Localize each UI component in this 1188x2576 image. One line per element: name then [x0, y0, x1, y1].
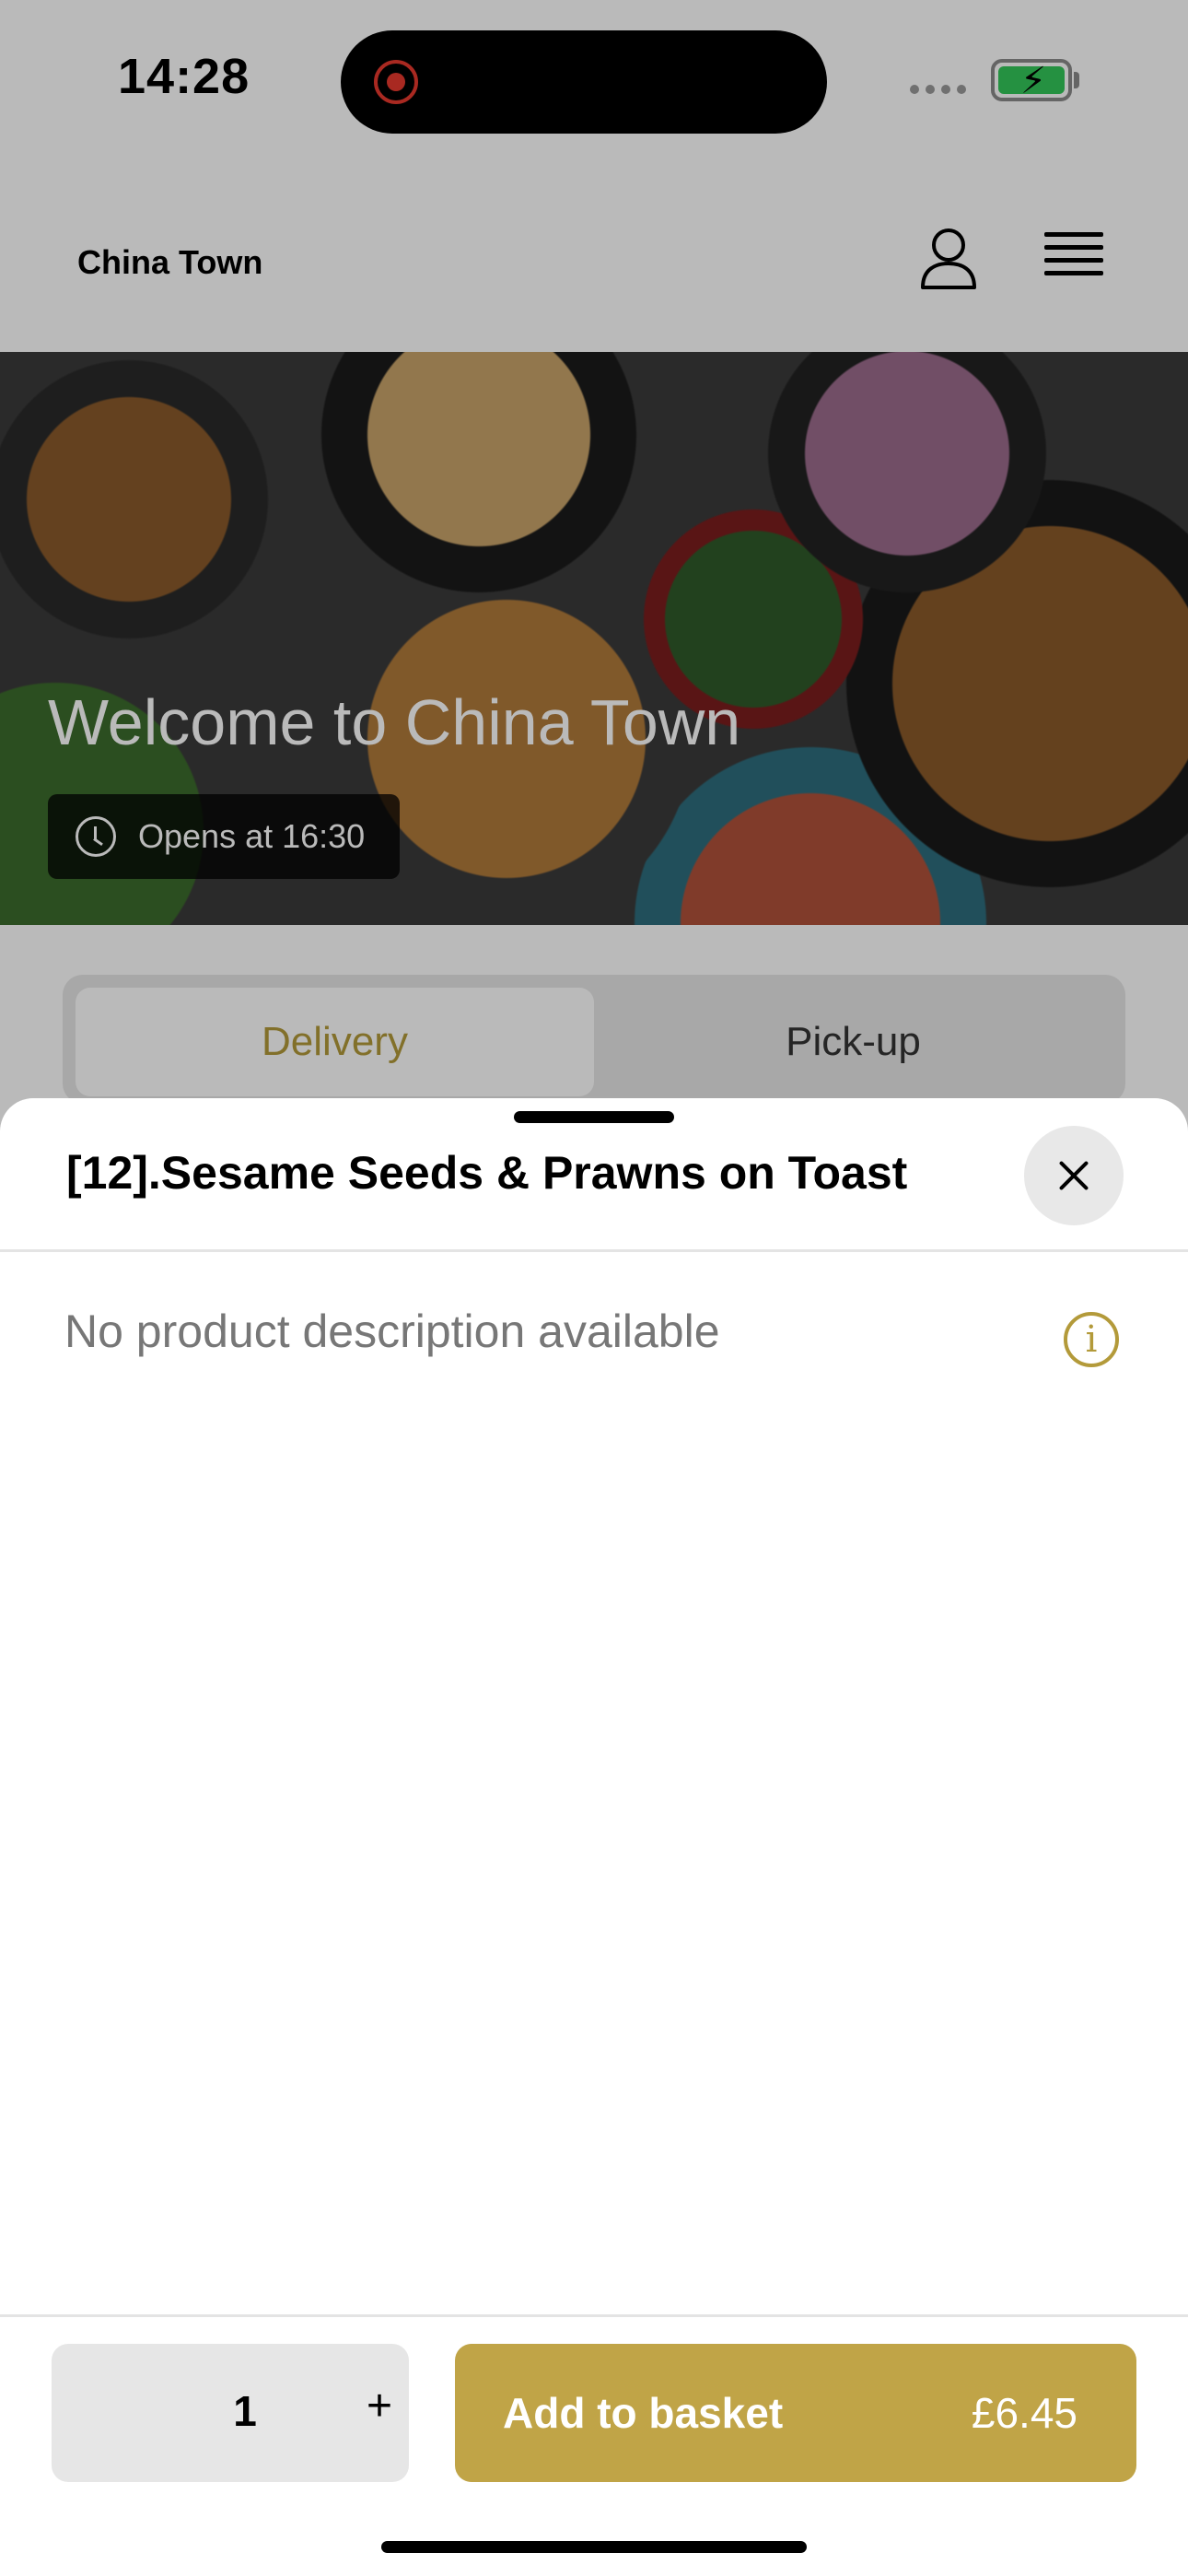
product-description: No product description available	[64, 1306, 720, 1357]
home-indicator[interactable]	[381, 2541, 807, 2553]
divider	[0, 2314, 1188, 2317]
product-price: £6.45	[971, 2389, 1077, 2437]
add-to-basket-label: Add to basket	[503, 2389, 784, 2437]
close-icon[interactable]	[1024, 1126, 1124, 1225]
quantity-increase-button[interactable]: +	[361, 2381, 398, 2431]
quantity-value: 1	[233, 2387, 257, 2435]
divider	[0, 1249, 1188, 1252]
quantity-stepper: 1 +	[52, 2344, 409, 2482]
product-sheet: [12].Sesame Seeds & Prawns on Toast No p…	[0, 1098, 1188, 2576]
add-to-basket-button[interactable]: Add to basket £6.45	[455, 2344, 1136, 2482]
product-title: [12].Sesame Seeds & Prawns on Toast	[66, 1147, 908, 1199]
info-icon[interactable]: i	[1064, 1312, 1119, 1367]
sheet-grabber[interactable]	[514, 1111, 674, 1123]
